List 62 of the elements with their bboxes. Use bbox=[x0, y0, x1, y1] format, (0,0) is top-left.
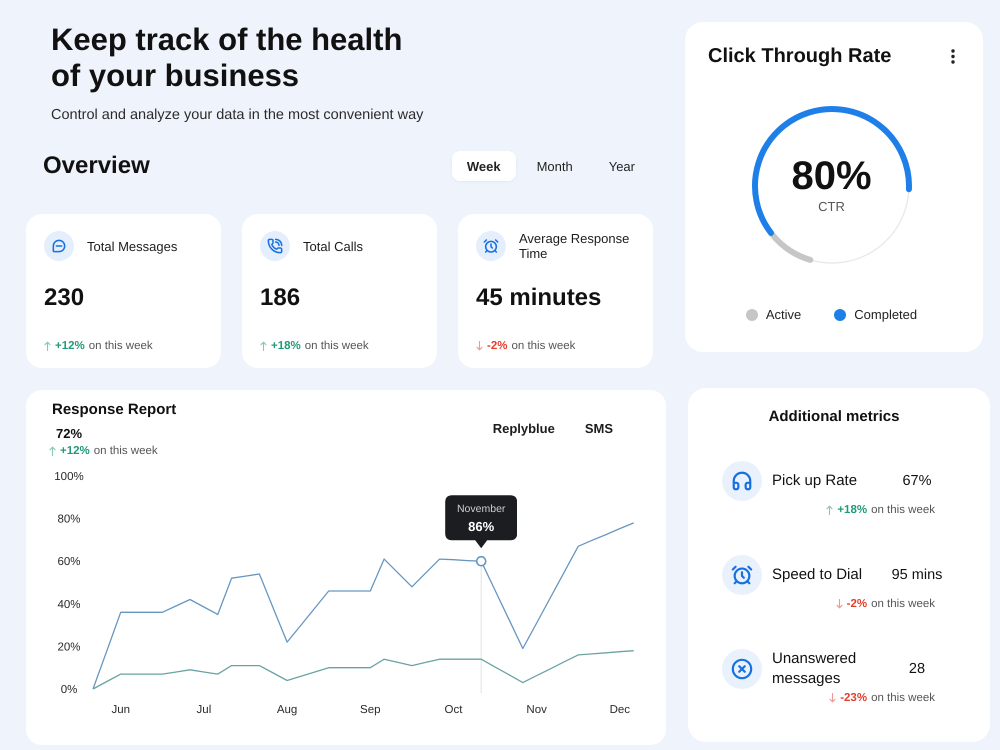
phone-call-icon bbox=[260, 231, 290, 261]
data-point-marker bbox=[476, 556, 486, 566]
legend-label: SMS bbox=[584, 421, 613, 437]
report-value: 72% bbox=[56, 426, 84, 442]
metric-label: Pick up Rate bbox=[772, 471, 858, 491]
change-note: on this week bbox=[871, 691, 935, 705]
axis-label: Oct bbox=[444, 704, 462, 716]
change-percent: -2% bbox=[846, 597, 868, 611]
axis-label: Jul bbox=[196, 704, 212, 716]
axis-label: Jun bbox=[111, 704, 130, 716]
axis-label: 20% bbox=[57, 641, 81, 654]
card-title: Click Through Rate bbox=[708, 44, 892, 68]
change-percent: +12% bbox=[55, 339, 85, 353]
chart-tooltip: November 86% bbox=[445, 495, 518, 548]
period-tab[interactable]: Month bbox=[522, 151, 588, 181]
axis-label: 40% bbox=[57, 598, 81, 611]
axis-label: 60% bbox=[57, 556, 81, 568]
period-tab[interactable]: Year bbox=[594, 151, 650, 181]
page-title: Keep track of the health of your business bbox=[51, 22, 404, 94]
change-note: on this week bbox=[88, 339, 153, 353]
change-note: on this week bbox=[304, 339, 369, 353]
metric-value: 95 mins bbox=[890, 566, 944, 584]
axis-label: Dec bbox=[610, 704, 630, 716]
change-note: on this week bbox=[871, 503, 935, 517]
change-percent: +18% bbox=[271, 339, 301, 353]
change-note: on this week bbox=[871, 597, 935, 611]
legend-label: Active bbox=[766, 307, 802, 323]
page-subtitle: Control and analyze your data in the most convenient way bbox=[51, 106, 424, 124]
metric-value: 28 bbox=[908, 660, 926, 678]
card-title: Additional metrics bbox=[768, 408, 900, 426]
change-percent: -23% bbox=[840, 691, 868, 705]
stat-label: Total Calls bbox=[303, 238, 363, 254]
alarm-clock-icon bbox=[476, 231, 506, 261]
metric-label: Speed to Dial bbox=[772, 565, 864, 585]
axis-label: 80% bbox=[57, 514, 81, 526]
card-title: Response Report bbox=[52, 401, 176, 419]
axis-label: Aug bbox=[276, 704, 298, 716]
axis-label: Nov bbox=[526, 704, 547, 716]
change-percent: +18% bbox=[837, 503, 868, 517]
change-note: on this week bbox=[511, 339, 576, 353]
change-percent: -2% bbox=[487, 339, 508, 353]
axis-label: 0% bbox=[60, 684, 78, 696]
legend-label: Completed bbox=[854, 307, 918, 323]
alarm-clock-icon bbox=[722, 555, 762, 595]
stat-label: Average Response Time bbox=[519, 231, 630, 261]
section-title: Overview bbox=[43, 151, 150, 181]
kebab-menu-icon[interactable] bbox=[951, 48, 955, 64]
period-tab[interactable]: Week bbox=[452, 151, 516, 181]
stat-value: 230 bbox=[44, 284, 86, 312]
headphones-icon bbox=[722, 461, 762, 501]
metric-value: 67% bbox=[901, 472, 933, 490]
axis-label: Sep bbox=[360, 704, 381, 716]
stat-label: Total Messages bbox=[87, 238, 178, 254]
stat-value: 186 bbox=[260, 284, 302, 312]
chat-bubble-icon bbox=[44, 231, 74, 261]
change-note: on this week bbox=[94, 444, 158, 458]
metric-label: Unanswered messages bbox=[772, 649, 858, 689]
legend-label: Replyblue bbox=[492, 421, 555, 437]
change-percent: +12% bbox=[60, 444, 90, 458]
axis-label: 100% bbox=[54, 471, 84, 483]
x-circle-icon bbox=[722, 649, 762, 689]
stat-value: 45 minutes bbox=[476, 284, 602, 312]
